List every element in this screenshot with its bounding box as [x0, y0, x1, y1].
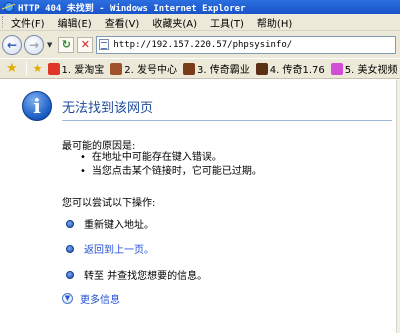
action-go-to: 转至 并查找您想要的信息。 — [66, 267, 207, 282]
add-favorite-icon[interactable]: ★ — [33, 62, 43, 75]
favorites-bar: ★ ★ 1. 爱淘宝 2. 发号中心 3. 传奇霸业 4. 传奇1.76 5. … — [0, 58, 400, 79]
menu-edit[interactable]: 编辑(E) — [58, 15, 92, 30]
action-retype: 重新键入地址。 — [66, 216, 154, 231]
toolbar-grip[interactable] — [2, 16, 5, 28]
favorite-label: 4. 传奇1.76 — [269, 65, 325, 76]
favorite-label: 3. 传奇霸业 — [197, 65, 250, 76]
address-url[interactable]: http://192.157.220.57/phpsysinfo/ — [113, 40, 292, 50]
vertical-scrollbar[interactable] — [396, 80, 400, 333]
page-title: 无法找到该网页 — [62, 101, 154, 116]
favorite-item-chuanqi-baye[interactable]: 3. 传奇霸业 — [183, 61, 250, 76]
action-go-back[interactable]: 返回到上一页。 — [66, 241, 154, 256]
divider — [62, 120, 392, 121]
page-icon — [99, 39, 110, 50]
bullet-icon — [66, 219, 74, 228]
favorite-item-chuanqi-176[interactable]: 4. 传奇1.76 — [255, 61, 325, 76]
favorite-site-icon — [255, 62, 268, 75]
favorite-site-icon — [183, 62, 195, 75]
go-back-link[interactable]: 返回到上一页。 — [84, 241, 154, 256]
action-label: 重新键入地址。 — [84, 220, 154, 231]
address-input[interactable]: http://192.157.220.57/phpsysinfo/ — [96, 35, 397, 54]
bullet-icon — [66, 244, 74, 253]
history-dropdown-icon[interactable]: ▼ — [47, 41, 52, 49]
page-content: i 无法找到该网页 最可能的原因是: 在地址中可能存在键入错误。 当您点击某个链… — [0, 80, 400, 333]
cause-item: 在地址中可能存在键入错误。 — [80, 151, 262, 165]
chevron-down-icon[interactable]: ▼ — [62, 293, 73, 304]
causes-title: 最可能的原因是: — [62, 141, 136, 152]
info-icon: i — [22, 91, 52, 121]
favorites-star-icon[interactable]: ★ — [6, 61, 18, 76]
window-title: HTTP 404 未找到 - Windows Internet Explorer — [18, 3, 246, 14]
favorite-site-icon — [330, 62, 343, 75]
title-bar: HTTP 404 未找到 - Windows Internet Explorer — [0, 0, 400, 14]
favorite-label: 2. 发号中心 — [124, 65, 177, 76]
action-label: 转至 并查找您想要的信息。 — [84, 271, 208, 282]
menu-favorites[interactable]: 收藏夹(A) — [152, 15, 197, 30]
bullet-icon — [66, 270, 74, 279]
cause-item: 当您点击某个链接时，它可能已过期。 — [80, 165, 262, 179]
favorite-label: 5. 美女视频 — [344, 65, 398, 76]
favorites-separator — [25, 61, 27, 76]
favorite-item-fahao[interactable]: 2. 发号中心 — [110, 61, 177, 76]
forward-button[interactable]: → — [24, 34, 44, 55]
back-button[interactable]: ← — [2, 34, 22, 55]
more-info[interactable]: ▼ 更多信息 — [62, 291, 120, 306]
menu-bar: 文件(F) 编辑(E) 查看(V) 收藏夹(A) 工具(T) 帮助(H) — [0, 14, 400, 31]
address-toolbar: ← → ▼ ↻ ✕ http://192.157.220.57/phpsysin… — [0, 31, 400, 58]
favorite-item-video[interactable]: 5. 美女视频 — [330, 61, 398, 76]
favorite-item-taobao[interactable]: 1. 爱淘宝 — [47, 61, 105, 76]
causes-list: 在地址中可能存在键入错误。 当您点击某个链接时，它可能已过期。 — [80, 151, 262, 179]
menu-help[interactable]: 帮助(H) — [257, 15, 292, 30]
ie-logo-icon — [4, 2, 14, 12]
favorite-label: 1. 爱淘宝 — [61, 65, 105, 76]
more-info-link[interactable]: 更多信息 — [80, 291, 120, 306]
stop-button[interactable]: ✕ — [77, 36, 94, 53]
favorite-site-icon — [110, 62, 123, 75]
try-title: 您可以尝试以下操作: — [62, 198, 156, 209]
menu-tools[interactable]: 工具(T) — [210, 15, 244, 30]
refresh-button[interactable]: ↻ — [58, 36, 75, 53]
menu-view[interactable]: 查看(V) — [105, 15, 140, 30]
favorite-site-icon — [47, 62, 60, 75]
menu-file[interactable]: 文件(F) — [11, 15, 45, 30]
